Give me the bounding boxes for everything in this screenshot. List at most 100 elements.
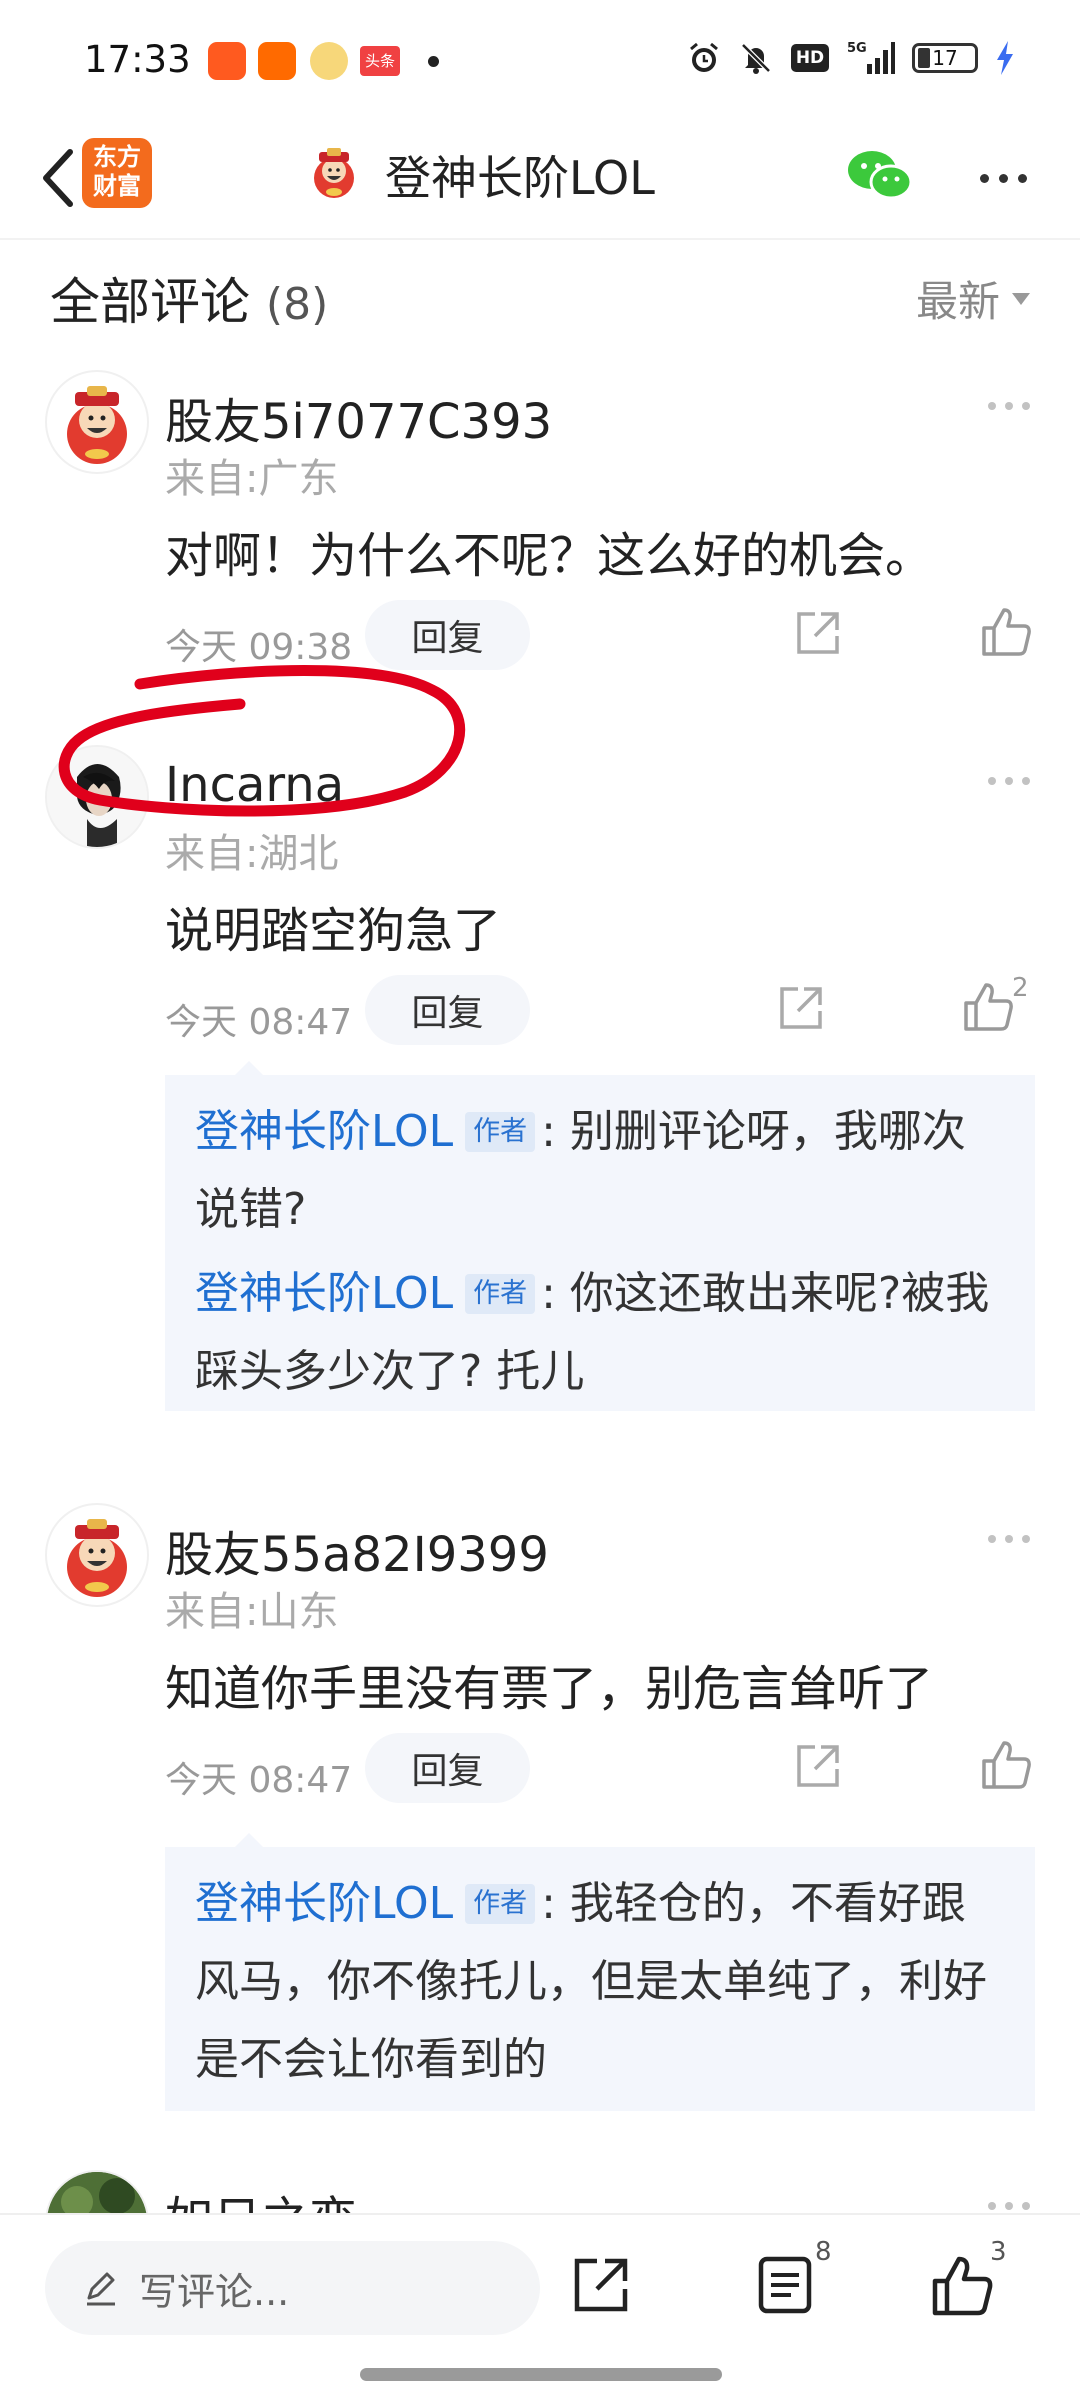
svg-text:5G: 5G bbox=[847, 41, 867, 56]
chevron-left-icon bbox=[43, 149, 73, 207]
comment-more-button[interactable] bbox=[988, 2196, 1038, 2213]
comments-badge: 8 bbox=[815, 2237, 832, 2267]
comment-time: 今天 08:47 bbox=[165, 1760, 353, 1801]
all-comments-label: 全部评论 bbox=[50, 273, 250, 331]
sort-label: 最新 bbox=[915, 277, 1000, 326]
status-time: 17:33 bbox=[84, 38, 191, 81]
reply-author[interactable]: 登神长阶LOL bbox=[195, 1106, 453, 1157]
toutiao-app-icon: 头条 bbox=[360, 46, 400, 76]
more-options-button[interactable] bbox=[968, 158, 1038, 198]
battery-indicator: 17 bbox=[912, 43, 978, 73]
dot bbox=[988, 2202, 996, 2210]
caishen-avatar-icon bbox=[314, 148, 354, 198]
user-avatar[interactable] bbox=[45, 370, 149, 474]
comment-username[interactable]: 股友5i7077C393 bbox=[165, 382, 552, 452]
comment-time: 今天 08:47 bbox=[165, 1002, 353, 1043]
comment-more-button[interactable] bbox=[988, 396, 1038, 416]
page-title: 登神长阶LOL bbox=[385, 151, 655, 205]
thumbs-up-icon[interactable] bbox=[962, 979, 1016, 1033]
charging-icon bbox=[994, 40, 1016, 76]
pencil-icon bbox=[87, 2272, 115, 2306]
dot bbox=[988, 402, 996, 410]
comment-username[interactable]: Incarna bbox=[165, 757, 344, 813]
reply-thread: 登神长阶LOL 作者: 我轻仓的，不看好跟风马，你不像托儿，但是太单纯了，利好是不… bbox=[165, 1847, 1035, 2111]
reply-pointer bbox=[235, 1833, 263, 1847]
alarm-icon bbox=[686, 40, 722, 76]
wechat-share-icon[interactable] bbox=[845, 146, 915, 206]
notification-dot bbox=[428, 56, 439, 67]
comment-time: 今天 09:38 bbox=[165, 627, 353, 668]
status-bar: 17:33 头条 HD 5G 17 bbox=[0, 0, 1080, 120]
comment-more-button[interactable] bbox=[988, 771, 1038, 791]
user-photo-icon bbox=[47, 747, 147, 847]
toutiao-label: 头条 bbox=[364, 52, 395, 70]
reply-thread: 登神长阶LOL 作者: 别删评论呀，我哪次说错? 登神长阶LOL 作者: 你这还敢出… bbox=[165, 1075, 1035, 1411]
thumbs-up-icon[interactable] bbox=[930, 2253, 994, 2317]
reply-pointer bbox=[235, 1061, 263, 1075]
dot bbox=[1022, 402, 1030, 410]
home-indicator[interactable] bbox=[360, 2368, 722, 2381]
write-placeholder: 写评论... bbox=[139, 2269, 290, 2314]
nav-header: 东方 财富 登神长阶LOL bbox=[0, 120, 1080, 240]
share-icon[interactable] bbox=[793, 608, 843, 658]
hd-icon: HD bbox=[790, 40, 830, 76]
thumbs-up-icon[interactable] bbox=[980, 604, 1034, 658]
comment-item: 如日之恋 bbox=[0, 2170, 1080, 2213]
write-comment-input[interactable]: 写评论... bbox=[45, 2241, 540, 2335]
caishen-app-icon bbox=[310, 42, 348, 80]
dot bbox=[1005, 402, 1013, 410]
reply-author[interactable]: 登神长阶LOL bbox=[195, 1878, 453, 1929]
comment-username[interactable]: 如日之恋 bbox=[165, 2180, 357, 2213]
eastmoney-logo[interactable]: 东方 财富 bbox=[82, 138, 152, 208]
thumbs-up-icon[interactable] bbox=[980, 1737, 1034, 1791]
comments-section-title: 全部评论 (8) bbox=[50, 262, 328, 334]
dot bbox=[1005, 2202, 1013, 2210]
reply-button[interactable]: 回复 bbox=[365, 1733, 530, 1803]
user-avatar[interactable] bbox=[45, 745, 149, 849]
comment-text: 知道你手里没有票了，别危言耸听了 bbox=[165, 1661, 934, 1717]
dot bbox=[1005, 1535, 1013, 1543]
comment-item: Incarna 来自:湖北 说明踏空狗急了 今天 08:47 回复 2 登神长阶… bbox=[0, 745, 1080, 1445]
share-icon[interactable] bbox=[776, 983, 826, 1033]
comment-location: 来自:湖北 bbox=[165, 831, 339, 877]
reply-item: 登神长阶LOL 作者: 我轻仓的，不看好跟风马，你不像托儿，但是太单纯了，利好是不… bbox=[195, 1865, 1005, 2099]
comment-location: 来自:广东 bbox=[165, 456, 339, 502]
comment-item: 股友55a82I9399 来自:山东 知道你手里没有票了，别危言耸听了 今天 0… bbox=[0, 1503, 1080, 2113]
reply-item: 登神长阶LOL 作者: 别删评论呀，我哪次说错? bbox=[195, 1093, 1005, 1249]
header-title-group: 登神长阶LOL bbox=[305, 142, 655, 208]
dot bbox=[998, 173, 1008, 183]
author-tag: 作者 bbox=[465, 1884, 536, 1924]
dot bbox=[1022, 2202, 1030, 2210]
dot bbox=[1022, 777, 1030, 785]
battery-percent: 17 bbox=[932, 46, 958, 70]
comment-username[interactable]: 股友55a82I9399 bbox=[165, 1515, 549, 1585]
comment-location: 来自:山东 bbox=[165, 1589, 339, 1635]
dot bbox=[1022, 1535, 1030, 1543]
signal-5g-icon: 5G bbox=[846, 40, 896, 76]
reply-button[interactable]: 回复 bbox=[365, 975, 530, 1045]
dot bbox=[979, 173, 989, 183]
caishen-avatar-icon bbox=[67, 1519, 127, 1597]
logo-line1: 东方 bbox=[93, 143, 141, 171]
mute-icon bbox=[738, 40, 774, 76]
like-count: 2 bbox=[1012, 973, 1029, 1003]
reply-item: 登神长阶LOL 作者: 你这还敢出来呢?被我踩头多少次了? 托儿 bbox=[195, 1255, 1005, 1411]
logo-line2: 财富 bbox=[93, 172, 141, 200]
reply-author[interactable]: 登神长阶LOL bbox=[195, 1268, 453, 1319]
kuaishou-app-icon bbox=[208, 42, 246, 80]
dot bbox=[988, 777, 996, 785]
comment-text: 说明踏空狗急了 bbox=[165, 903, 502, 959]
dot bbox=[988, 1535, 996, 1543]
user-avatar[interactable] bbox=[45, 2170, 149, 2213]
landscape-photo-icon bbox=[47, 2172, 147, 2213]
sort-dropdown[interactable]: 最新 bbox=[916, 268, 1030, 329]
share-icon[interactable] bbox=[569, 2253, 633, 2317]
reply-button[interactable]: 回复 bbox=[365, 600, 530, 670]
comments-list-icon[interactable] bbox=[753, 2253, 817, 2317]
comment-more-button[interactable] bbox=[988, 1529, 1038, 1549]
caret-down-icon bbox=[1012, 292, 1030, 305]
1688-app-icon bbox=[258, 42, 296, 80]
user-avatar[interactable] bbox=[45, 1503, 149, 1607]
caishen-avatar-icon bbox=[67, 386, 127, 464]
share-icon[interactable] bbox=[793, 1741, 843, 1791]
